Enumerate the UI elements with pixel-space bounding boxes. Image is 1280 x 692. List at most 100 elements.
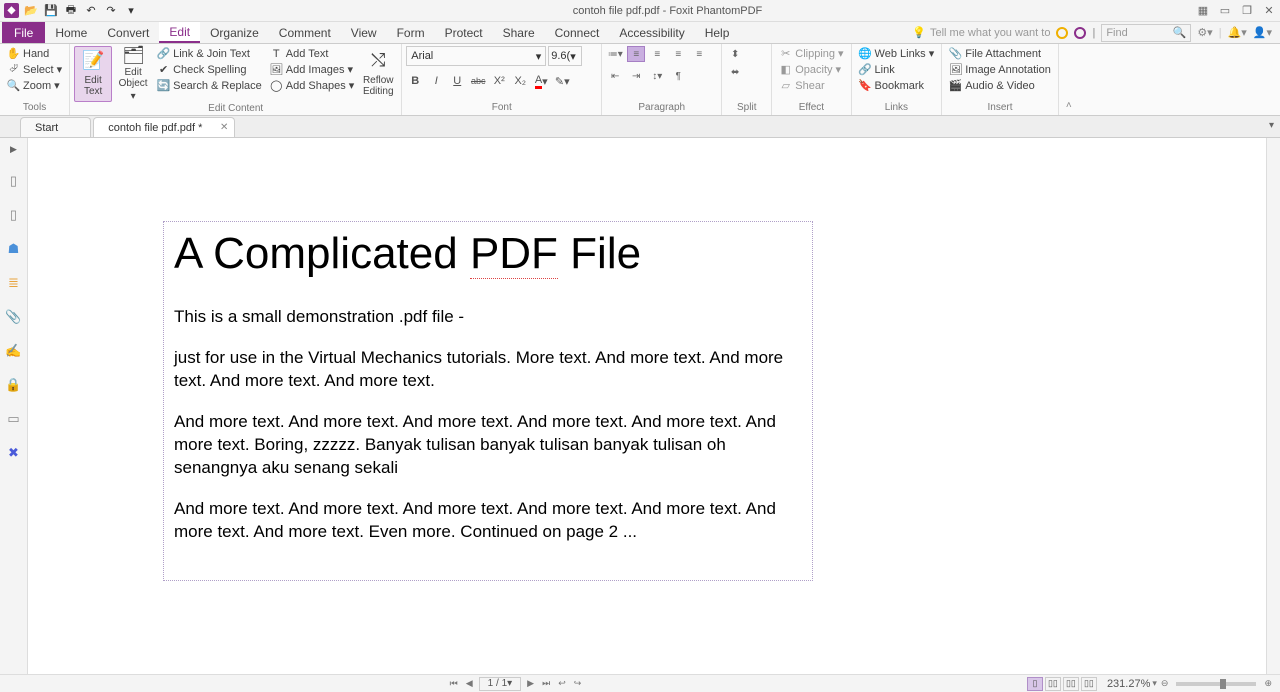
add-shapes-button[interactable]: ◯Add Shapes ▾	[267, 78, 357, 93]
font-name-select[interactable]: Arial▾	[406, 46, 546, 66]
page-indicator[interactable]: 1 / 1 ▾	[479, 677, 522, 691]
tab-convert[interactable]: Convert	[97, 22, 159, 43]
find-options-icon[interactable]: ⚙▾	[1197, 26, 1212, 39]
doc-tab-start[interactable]: Start	[20, 117, 91, 137]
audio-video-button[interactable]: 🎬Audio & Video	[946, 78, 1054, 93]
image-annotation-button[interactable]: 🖼Image Annotation	[946, 62, 1054, 77]
tab-close-icon[interactable]: ✕	[220, 122, 228, 133]
tab-edit[interactable]: Edit	[159, 22, 200, 43]
attachments-panel-icon[interactable]: 📎	[6, 309, 22, 325]
indent-increase-button[interactable]: ⇥	[627, 68, 645, 84]
continuous-view-button[interactable]: ▯▯	[1045, 677, 1061, 691]
split-horizontal-button[interactable]: ⬍	[726, 46, 744, 62]
ribbon-options-icon[interactable]: ▦	[1196, 4, 1210, 18]
font-color-button[interactable]: A▾	[532, 72, 550, 90]
tab-accessibility[interactable]: Accessibility	[609, 22, 694, 43]
edit-text-button[interactable]: 📝Edit Text	[74, 46, 112, 102]
qat-more-icon[interactable]: ▾	[123, 3, 139, 19]
add-text-button[interactable]: TAdd Text	[267, 46, 357, 61]
print-icon[interactable]: 🖶	[63, 3, 79, 19]
underline-button[interactable]: U	[448, 72, 466, 90]
tabs-expand-icon[interactable]: ▾	[1269, 120, 1274, 131]
security-panel-icon[interactable]: 🔒	[6, 377, 22, 393]
align-justify-button[interactable]: ≡	[690, 46, 708, 62]
zoom-out-button[interactable]: ⊖	[1159, 678, 1171, 689]
opacity-button[interactable]: ◧Opacity ▾	[776, 62, 846, 77]
search-replace-button[interactable]: 🔄Search & Replace	[154, 78, 265, 93]
tab-organize[interactable]: Organize	[200, 22, 269, 43]
zoom-dropdown-icon[interactable]: ▾	[1150, 678, 1159, 689]
first-page-button[interactable]: ⏮	[448, 678, 460, 689]
shear-button[interactable]: ▱Shear	[776, 78, 846, 93]
line-spacing-button[interactable]: ↕▾	[648, 68, 666, 84]
bookmark-button[interactable]: 🔖Bookmark	[856, 78, 938, 93]
link-join-text-button[interactable]: 🔗Link & Join Text	[154, 46, 265, 61]
align-right-button[interactable]: ≡	[669, 46, 687, 62]
add-images-button[interactable]: 🖼Add Images ▾	[267, 62, 357, 77]
tab-protect[interactable]: Protect	[435, 22, 493, 43]
document-paragraph[interactable]: And more text. And more text. And more t…	[174, 498, 802, 544]
zoom-tool-button[interactable]: 🔍Zoom ▾	[4, 78, 65, 93]
close-icon[interactable]: ✕	[1262, 4, 1276, 18]
tab-home[interactable]: Home	[45, 22, 97, 43]
user-icon[interactable]: 👤▾	[1253, 26, 1272, 39]
signatures-panel-icon[interactable]: ✍	[6, 343, 22, 359]
minimize-icon[interactable]: ▭	[1218, 4, 1232, 18]
layers-panel-icon[interactable]: ≣	[6, 275, 22, 291]
restore-icon[interactable]: ❐	[1240, 4, 1254, 18]
doc-tab-current[interactable]: contoh file pdf.pdf * ✕	[93, 117, 235, 137]
document-heading[interactable]: A Complicated PDF File	[174, 230, 802, 278]
tab-share[interactable]: Share	[493, 22, 545, 43]
bookmarks-panel-icon[interactable]: ▯	[6, 207, 22, 223]
subscript-button[interactable]: X₂	[511, 72, 529, 90]
single-page-view-button[interactable]: ▯	[1027, 677, 1043, 691]
pages-panel-icon[interactable]: ▯	[6, 173, 22, 189]
bullets-button[interactable]: ≔▾	[606, 46, 624, 62]
align-left-button[interactable]: ≡	[627, 46, 645, 62]
sidebar-expand-icon[interactable]: ▶	[10, 144, 17, 155]
page-forward-button[interactable]: ↪	[572, 678, 584, 689]
save-icon[interactable]: 💾	[43, 3, 59, 19]
redo-icon[interactable]: ↷	[103, 3, 119, 19]
text-edit-frame[interactable]: A Complicated PDF File This is a small d…	[163, 221, 813, 581]
indent-decrease-button[interactable]: ⇤	[606, 68, 624, 84]
document-paragraph[interactable]: And more text. And more text. And more t…	[174, 411, 802, 480]
paragraph-spacing-button[interactable]: ¶	[669, 68, 687, 84]
font-size-select[interactable]: 9.6(▾	[548, 46, 582, 66]
clipping-button[interactable]: ✂Clipping ▾	[776, 46, 846, 61]
status-circle-purple-icon[interactable]	[1074, 27, 1086, 39]
vertical-scrollbar[interactable]	[1266, 138, 1280, 674]
file-tab[interactable]: File	[2, 22, 45, 43]
facing-view-button[interactable]: ▯▯	[1063, 677, 1079, 691]
status-circle-yellow-icon[interactable]	[1056, 27, 1068, 39]
undo-icon[interactable]: ↶	[83, 3, 99, 19]
align-center-button[interactable]: ≡	[648, 46, 666, 62]
highlight-button[interactable]: ✎▾	[553, 72, 571, 90]
tab-connect[interactable]: Connect	[545, 22, 610, 43]
open-icon[interactable]: 📂	[23, 3, 39, 19]
app-icon[interactable]: ◆	[4, 3, 19, 18]
link-button[interactable]: 🔗Link	[856, 62, 938, 77]
check-spelling-button[interactable]: ✔Check Spelling	[154, 62, 265, 77]
zoom-in-button[interactable]: ⊕	[1262, 678, 1274, 689]
tab-view[interactable]: View	[341, 22, 387, 43]
notification-icon[interactable]: 🔔▾	[1228, 26, 1247, 39]
find-input[interactable]: Find 🔍	[1101, 24, 1191, 42]
bold-button[interactable]: B	[406, 72, 424, 90]
document-paragraph[interactable]: just for use in the Virtual Mechanics tu…	[174, 347, 802, 393]
last-page-button[interactable]: ⏭	[540, 678, 552, 689]
page-back-button[interactable]: ↩	[556, 678, 568, 689]
hand-tool-button[interactable]: ✋Hand	[4, 46, 65, 61]
italic-button[interactable]: I	[427, 72, 445, 90]
tab-help[interactable]: Help	[695, 22, 740, 43]
zoom-slider[interactable]	[1176, 682, 1256, 686]
tags-panel-icon[interactable]: ✖	[6, 445, 22, 461]
next-page-button[interactable]: ▶	[525, 678, 536, 689]
file-attachment-button[interactable]: 📎File Attachment	[946, 46, 1054, 61]
articles-panel-icon[interactable]: ▭	[6, 411, 22, 427]
continuous-facing-view-button[interactable]: ▯▯	[1081, 677, 1097, 691]
comments-panel-icon[interactable]: ☗	[6, 241, 22, 257]
tab-form[interactable]: Form	[387, 22, 435, 43]
ribbon-collapse-button[interactable]: ˄	[1059, 44, 1079, 115]
tell-me-search[interactable]: 💡 Tell me what you want to	[912, 26, 1050, 39]
